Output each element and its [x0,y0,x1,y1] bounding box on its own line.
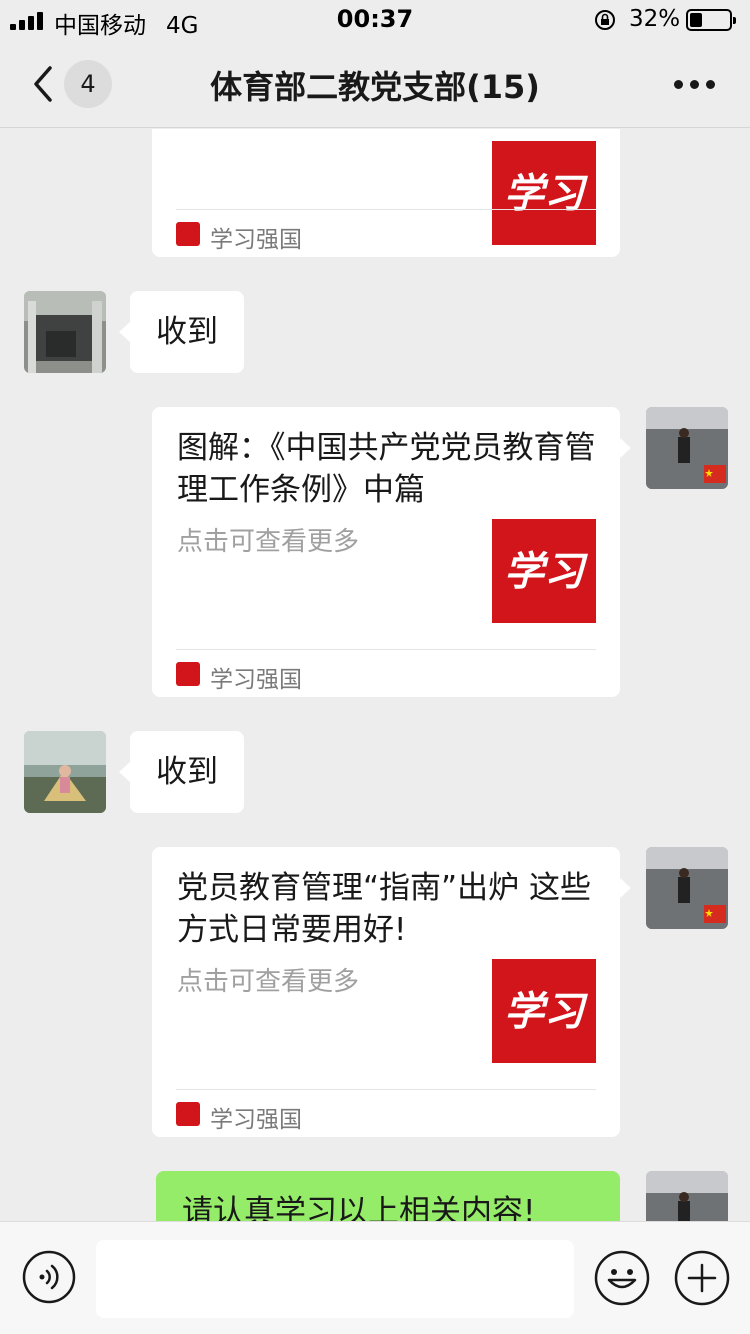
card-source: 学习强国 [176,209,596,257]
article-thumbnail: 学习 [492,519,596,623]
source-name: 学习强国 [210,667,302,693]
article-thumbnail: 学习 [492,959,596,1063]
self-avatar[interactable] [646,407,728,489]
own-text-message[interactable]: 请认真学习以上相关内容! [156,1171,620,1221]
chat-title: 体育部二教党支部(15) [210,68,540,106]
card-source: 学习强国 [176,649,596,697]
more-functions-plus-button[interactable] [674,1250,730,1306]
article-card[interactable]: 党员教育管理“指南”出炉 这些方式日常要用好! 点击可查看更多 学习 学习强国 [152,847,631,1137]
source-name: 学习强国 [210,1107,302,1133]
message-input[interactable] [96,1240,574,1318]
xuexi-logo-icon: 学习 [504,988,588,1035]
battery-percent: 32% [629,6,681,32]
svg-text:学习: 学习 [504,548,588,595]
input-bar [0,1221,750,1334]
xuexi-logo-icon: 学习 [504,548,588,595]
text-message[interactable]: 收到 [119,731,244,813]
article-description: 点击可查看更多 [177,527,360,557]
article-description: 点击可查看更多 [177,967,360,997]
article-card[interactable]: 学习 学习强国 [152,129,620,257]
xuexi-source-icon [176,222,200,246]
svg-text:学习: 学习 [504,988,588,1035]
status-bar: 中国移动 4G 00:37 32% [0,0,750,40]
more-options-button[interactable] [674,80,716,90]
battery-icon [686,9,736,31]
xuexi-source-icon [176,1102,200,1126]
rotation-lock-icon [595,10,615,30]
text-message[interactable]: 收到 [119,291,244,373]
xuexi-source-icon [176,662,200,686]
article-title: 图解：《中国共产党党员教育管理工作条例》中篇 [177,430,596,508]
voice-input-button[interactable] [22,1250,76,1304]
source-name: 学习强国 [210,227,302,253]
self-avatar[interactable] [646,847,728,929]
message-list[interactable]: 学习 学习强国 收到 图解：《中国共产党党员教育管理工作条例》中篇 点击可查看更… [0,129,750,1221]
self-avatar[interactable] [646,1171,728,1221]
card-source: 学习强国 [176,1089,596,1137]
sender-avatar[interactable] [24,731,106,813]
nav-bar: 4 体育部二教党支部(15) [0,40,750,128]
sender-avatar[interactable] [24,291,106,373]
article-title: 党员教育管理“指南”出炉 这些方式日常要用好! [177,870,591,948]
article-card[interactable]: 图解：《中国共产党党员教育管理工作条例》中篇 点击可查看更多 学习 学习强国 [152,407,631,697]
emoji-button[interactable] [594,1250,650,1306]
